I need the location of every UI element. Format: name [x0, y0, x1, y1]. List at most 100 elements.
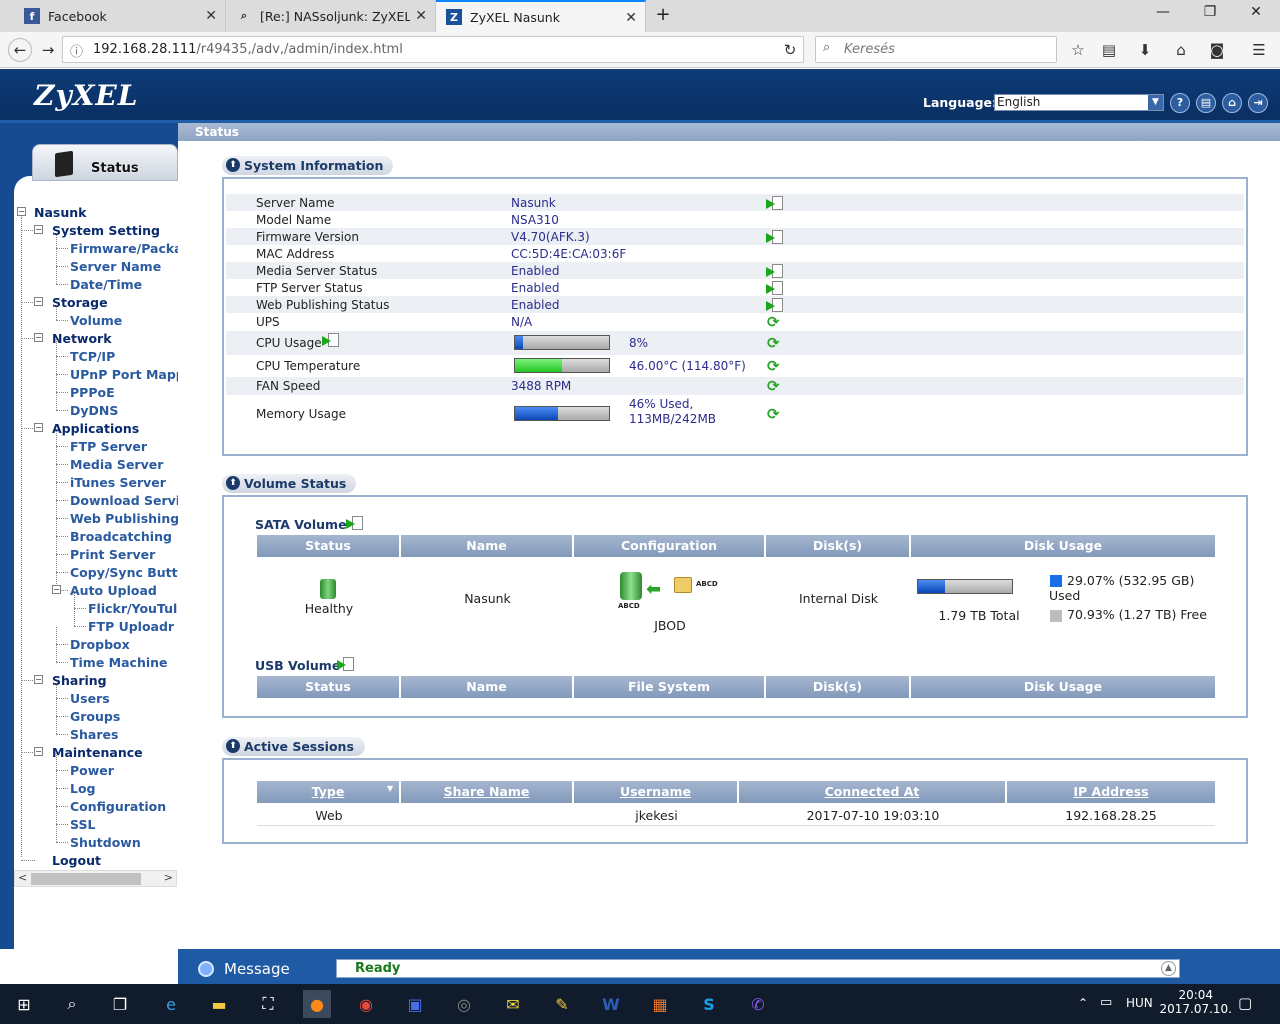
- collapse-icon[interactable]: ⬆: [226, 158, 240, 172]
- collapse-toggle-icon[interactable]: −: [34, 297, 43, 306]
- network-icon[interactable]: ▭: [1100, 995, 1112, 1010]
- sidebar-item-groups[interactable]: Groups: [70, 709, 120, 724]
- sidebar-item-firmware-packa[interactable]: Firmware/Packa: [70, 241, 183, 256]
- sidebar-item-web-publishing[interactable]: Web Publishing: [70, 511, 179, 526]
- go-to-settings-icon[interactable]: [766, 298, 784, 313]
- info-icon[interactable]: ⓘ: [70, 41, 83, 60]
- refresh-icon[interactable]: ⟳: [767, 334, 780, 352]
- go-to-settings-icon[interactable]: [766, 196, 784, 211]
- sidebar-item-sharing[interactable]: Sharing: [52, 673, 107, 688]
- search-icon[interactable]: ⌕: [58, 990, 86, 1018]
- usb-volume-go-icon[interactable]: [337, 657, 355, 672]
- go-to-settings-icon[interactable]: [766, 264, 784, 279]
- media-app-icon[interactable]: ▦: [646, 990, 674, 1018]
- collapse-toggle-icon[interactable]: −: [34, 675, 43, 684]
- about-icon[interactable]: ▤: [1196, 93, 1216, 113]
- collapse-toggle-icon[interactable]: −: [17, 207, 26, 216]
- sort-type[interactable]: Type: [257, 781, 401, 803]
- sidebar-item-server-name[interactable]: Server Name: [70, 259, 161, 274]
- close-tab-icon[interactable]: ✕: [205, 8, 217, 24]
- active-sessions-header[interactable]: ⬆ Active Sessions: [222, 737, 365, 756]
- refresh-icon[interactable]: ⟳: [767, 357, 780, 375]
- sort-share-name[interactable]: Share Name: [401, 781, 574, 803]
- firefox-icon[interactable]: ●: [303, 990, 331, 1018]
- sidebar-item-shutdown[interactable]: Shutdown: [70, 835, 141, 850]
- logout-icon[interactable]: ⇥: [1248, 93, 1268, 113]
- sata-volume-go-icon[interactable]: [346, 516, 364, 531]
- tray-expand-icon[interactable]: ⌃: [1078, 996, 1088, 1010]
- sidebar-item-ftp-server[interactable]: FTP Server: [70, 439, 147, 454]
- home-icon[interactable]: ⌂: [1169, 38, 1193, 62]
- sidebar-item-power[interactable]: Power: [70, 763, 114, 778]
- refresh-icon[interactable]: ⟳: [767, 377, 780, 395]
- refresh-icon[interactable]: ⟳: [767, 405, 780, 423]
- sidebar-item-system-setting[interactable]: System Setting: [52, 223, 160, 238]
- sidebar-item-upnp-port-mappi[interactable]: UPnP Port Mappi: [70, 367, 189, 382]
- cpu-usage-go-icon[interactable]: [322, 333, 340, 348]
- download-icon[interactable]: ⬇: [1133, 38, 1157, 62]
- notifications-icon[interactable]: ▢: [1238, 994, 1252, 1012]
- viber-icon[interactable]: ✆: [744, 990, 772, 1018]
- sidebar-item-ssl[interactable]: SSL: [70, 817, 95, 832]
- language-select[interactable]: English ▼: [994, 94, 1164, 111]
- close-tab-icon[interactable]: ✕: [625, 10, 637, 26]
- close-tab-icon[interactable]: ✕: [415, 8, 427, 24]
- volume-status-header[interactable]: ⬆ Volume Status: [222, 474, 356, 493]
- sidebar-item-broadcatching[interactable]: Broadcatching: [70, 529, 172, 544]
- system-information-header[interactable]: ⬆ System Information: [222, 156, 393, 175]
- sort-connected-at[interactable]: Connected At: [739, 781, 1007, 803]
- mail-icon[interactable]: ✉: [499, 990, 527, 1018]
- sidebar-item-log[interactable]: Log: [70, 781, 96, 796]
- minimize-icon[interactable]: —: [1148, 4, 1178, 20]
- sidebar-item-pppoe[interactable]: PPPoE: [70, 385, 115, 400]
- collapse-toggle-icon[interactable]: −: [34, 225, 43, 234]
- sidebar-item-maintenance[interactable]: Maintenance: [52, 745, 143, 760]
- reading-list-icon[interactable]: ▤: [1097, 38, 1121, 62]
- sidebar-item-print-server[interactable]: Print Server: [70, 547, 155, 562]
- burner-app-icon[interactable]: ◎: [450, 990, 478, 1018]
- file-explorer-icon[interactable]: ▬: [205, 990, 233, 1018]
- sidebar-item-time-machine[interactable]: Time Machine: [70, 655, 168, 670]
- sidebar-item-download-servic[interactable]: Download Servic: [70, 493, 188, 508]
- sidebar-item-logout[interactable]: Logout: [52, 853, 101, 868]
- tab-forum[interactable]: ⌕ [Re:] NASsoljunk: ZyXEL NSA ✕: [226, 0, 436, 32]
- sort-ip-address[interactable]: IP Address: [1007, 781, 1215, 803]
- restore-icon[interactable]: ❐: [1195, 4, 1225, 20]
- input-language[interactable]: HUN: [1126, 996, 1153, 1010]
- close-window-icon[interactable]: ✕: [1241, 4, 1271, 20]
- expand-up-icon[interactable]: ▲: [1161, 961, 1176, 976]
- chevron-down-icon[interactable]: ▼: [1148, 95, 1163, 110]
- go-to-settings-icon[interactable]: [766, 230, 784, 245]
- sidebar-item-tcp-ip[interactable]: TCP/IP: [70, 349, 115, 364]
- sidebar-item-auto-upload[interactable]: Auto Upload: [70, 583, 157, 598]
- sidebar-item-configuration[interactable]: Configuration: [70, 799, 166, 814]
- sidebar-item-volume[interactable]: Volume: [70, 313, 122, 328]
- search-input[interactable]: ⌕ Keresés: [815, 36, 1057, 63]
- sidebar-horizontal-scrollbar[interactable]: < >: [14, 870, 177, 887]
- word-icon[interactable]: W: [597, 990, 625, 1018]
- url-bar[interactable]: ⓘ 192.168.28.111/r49435,/adv,/admin/inde…: [62, 36, 804, 63]
- tree-root[interactable]: Nasunk: [34, 205, 86, 220]
- new-tab-icon[interactable]: +: [648, 4, 678, 25]
- clock[interactable]: 20:04 2017.07.10.: [1159, 988, 1232, 1016]
- menu-icon[interactable]: ☰: [1247, 38, 1271, 62]
- scroll-left-icon[interactable]: <: [18, 871, 27, 884]
- store-icon[interactable]: ⛶: [254, 990, 282, 1018]
- sidebar-item-copy-sync-butto[interactable]: Copy/Sync Butto: [70, 565, 186, 580]
- collapse-toggle-icon[interactable]: −: [34, 747, 43, 756]
- sidebar-tab-status[interactable]: Status: [32, 144, 178, 181]
- sidebar-item-ftp-uploadr[interactable]: FTP Uploadr: [88, 619, 174, 634]
- chrome-icon[interactable]: ◉: [352, 990, 380, 1018]
- help-icon[interactable]: ?: [1170, 93, 1190, 113]
- task-view-icon[interactable]: ❐: [106, 990, 134, 1018]
- bookmark-star-icon[interactable]: ☆: [1066, 38, 1090, 62]
- sidebar-item-flickr-youtul[interactable]: Flickr/YouTul: [88, 601, 177, 616]
- sidebar-item-network[interactable]: Network: [52, 331, 112, 346]
- tab-zyxel[interactable]: Z ZyXEL Nasunk ✕: [436, 0, 646, 32]
- reload-icon[interactable]: ↻: [778, 38, 802, 62]
- sidebar-item-itunes-server[interactable]: iTunes Server: [70, 475, 166, 490]
- tools-app-icon[interactable]: ✎: [548, 990, 576, 1018]
- back-icon[interactable]: ←: [8, 38, 32, 62]
- go-to-settings-icon[interactable]: [766, 281, 784, 296]
- sidebar-item-dropbox[interactable]: Dropbox: [70, 637, 130, 652]
